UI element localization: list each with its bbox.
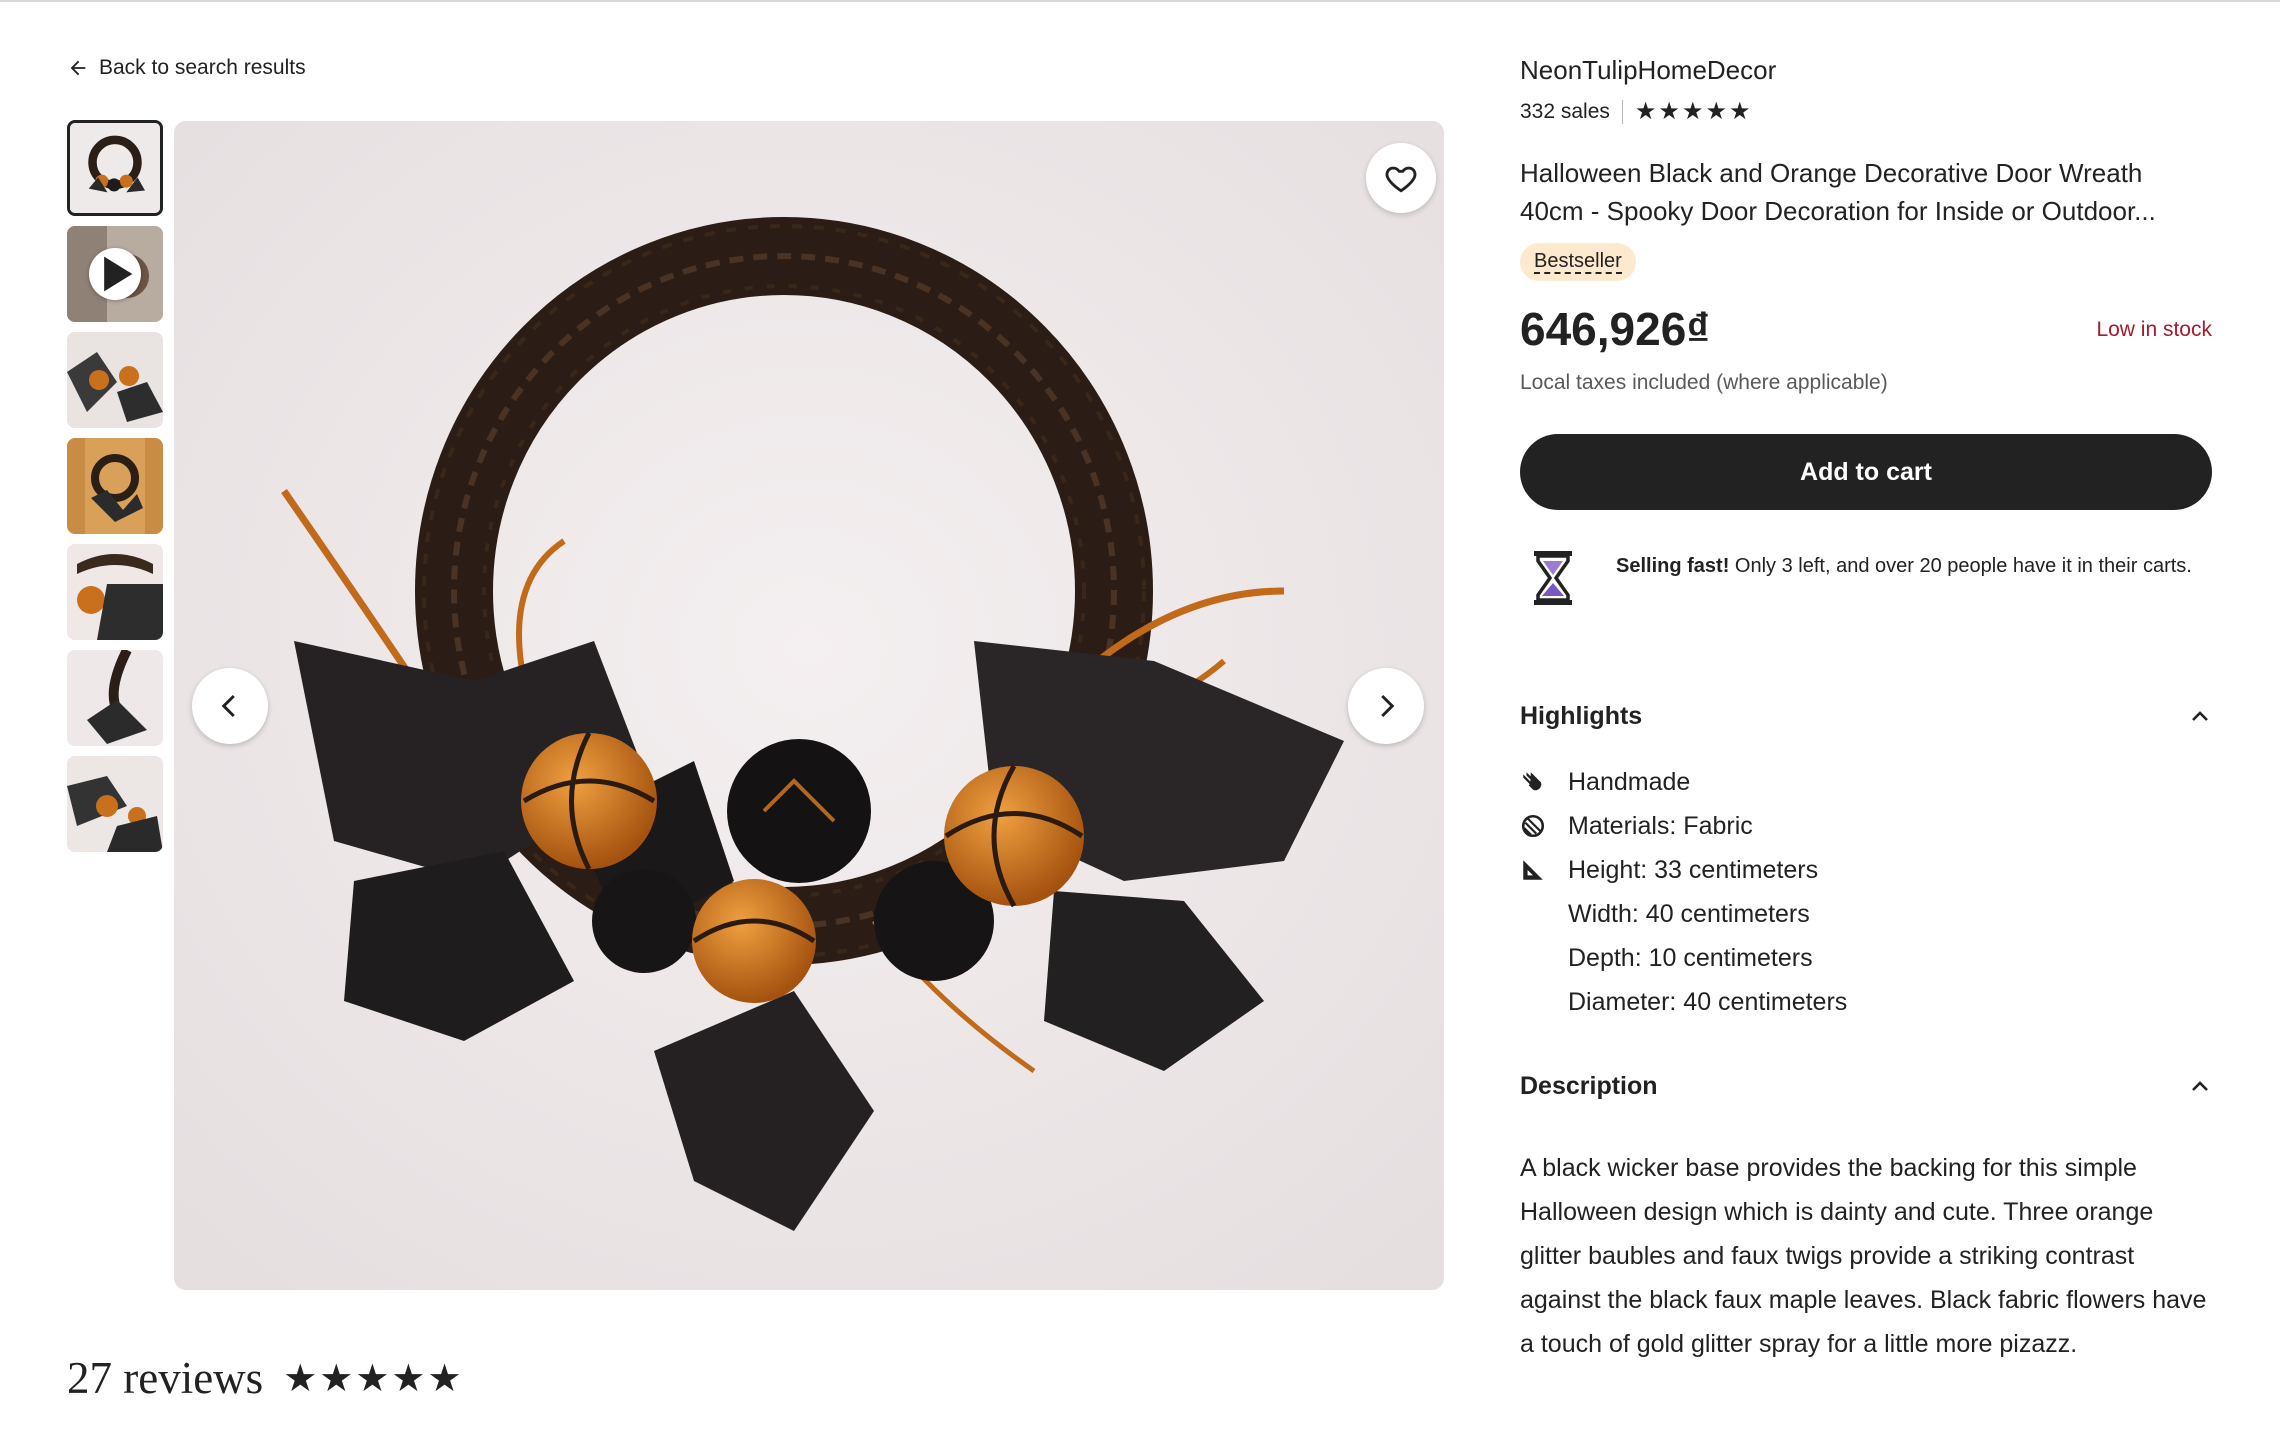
closeup-thumbnail-image xyxy=(67,332,163,428)
highlight-item: Diameter: 40 centimeters xyxy=(1520,980,1847,1024)
play-icon xyxy=(89,248,141,300)
previous-image-button[interactable] xyxy=(192,668,268,744)
taxes-note: Local taxes included (where applicable) xyxy=(1520,371,1888,394)
door-thumbnail-image xyxy=(67,438,163,534)
highlight-item: Height: 33 centimeters xyxy=(1520,848,1847,892)
top-divider xyxy=(0,0,2280,2)
highlights-heading: Highlights xyxy=(1520,702,1643,730)
highlights-list: Handmade Materials: Fabric Height: 33 ce… xyxy=(1520,760,1847,1024)
shop-sales-row: 332 sales ★★★★★ xyxy=(1520,97,1752,126)
thumbnail-5[interactable] xyxy=(67,544,163,640)
thumbnail-3[interactable] xyxy=(67,332,163,428)
selling-fast-detail: Only 3 left, and over 20 people have it … xyxy=(1729,555,2192,577)
selling-fast-notice: Selling fast! Only 3 left, and over 20 p… xyxy=(1520,545,2212,611)
highlight-item: Width: 40 centimeters xyxy=(1520,892,1847,936)
thumbnail-strip xyxy=(67,120,165,862)
chevron-up-icon xyxy=(2192,1080,2208,1091)
highlight-item: Materials: Fabric xyxy=(1520,804,1847,848)
heart-icon xyxy=(1385,166,1417,193)
shop-name-link[interactable]: NeonTulipHomeDecor xyxy=(1520,55,1776,86)
chevron-right-icon xyxy=(1381,694,1395,718)
description-text: A black wicker base provides the backing… xyxy=(1520,1154,2207,1358)
wreath-thumbnail-image xyxy=(70,123,160,213)
chevron-up-icon xyxy=(2192,710,2208,721)
reviews-summary: 27 reviews ★★★★★ xyxy=(67,1352,464,1404)
back-label: Back to search results xyxy=(99,56,306,79)
shop-rating-stars-icon[interactable]: ★★★★★ xyxy=(1635,97,1753,126)
hand-icon xyxy=(1520,769,1568,795)
product-price: 646,926₫ xyxy=(1520,303,1710,355)
selling-fast-text: Selling fast! Only 3 left, and over 20 p… xyxy=(1616,545,2192,580)
stock-status: Low in stock xyxy=(2096,318,2212,341)
highlight-handmade: Handmade xyxy=(1568,767,1691,796)
sales-divider xyxy=(1621,99,1623,124)
highlight-item: Handmade xyxy=(1520,760,1847,804)
description-toggle[interactable]: Description xyxy=(1520,1072,2212,1101)
wreath-image xyxy=(174,121,1444,1290)
detail-thumbnail-image xyxy=(67,544,163,640)
highlight-depth: Depth: 10 centimeters xyxy=(1568,943,1813,972)
ruler-triangle-icon xyxy=(1520,857,1568,883)
chevron-left-icon xyxy=(221,694,235,718)
side-thumbnail-image xyxy=(67,650,163,746)
next-image-button[interactable] xyxy=(1348,668,1424,744)
highlight-item: Depth: 10 centimeters xyxy=(1520,936,1847,980)
yarn-icon xyxy=(1520,813,1568,839)
hourglass-icon xyxy=(1534,551,1572,605)
bestseller-badge-label: Bestseller xyxy=(1534,250,1622,274)
thumbnail-4[interactable] xyxy=(67,438,163,534)
description-heading: Description xyxy=(1520,1072,1658,1100)
favorite-button[interactable] xyxy=(1366,143,1436,213)
add-to-cart-button[interactable]: Add to cart xyxy=(1520,434,2212,510)
shop-sales-count: 332 sales xyxy=(1520,99,1610,123)
thumbnail-6[interactable] xyxy=(67,650,163,746)
main-product-image xyxy=(174,121,1444,1290)
reviews-count: 27 reviews xyxy=(67,1353,264,1403)
highlights-toggle[interactable]: Highlights xyxy=(1520,702,2212,731)
back-to-search-link[interactable]: Back to search results xyxy=(67,56,306,80)
selling-fast-bold: Selling fast! xyxy=(1616,555,1730,577)
thumbnail-1[interactable] xyxy=(67,120,163,216)
product-title: Halloween Black and Orange Decorative Do… xyxy=(1520,158,2156,226)
arrow-left-icon xyxy=(70,60,86,76)
bestseller-badge[interactable]: Bestseller xyxy=(1520,243,1636,281)
thumbnail-video[interactable] xyxy=(67,226,163,322)
reviews-stars-icon: ★★★★★ xyxy=(283,1357,464,1400)
highlight-height: Height: 33 centimeters xyxy=(1568,855,1819,884)
highlight-width: Width: 40 centimeters xyxy=(1568,899,1810,928)
highlight-diameter: Diameter: 40 centimeters xyxy=(1568,987,1848,1016)
highlight-materials: Materials: Fabric xyxy=(1568,811,1753,840)
thumbnail-7[interactable] xyxy=(67,756,163,852)
cluster-thumbnail-image xyxy=(67,756,163,852)
